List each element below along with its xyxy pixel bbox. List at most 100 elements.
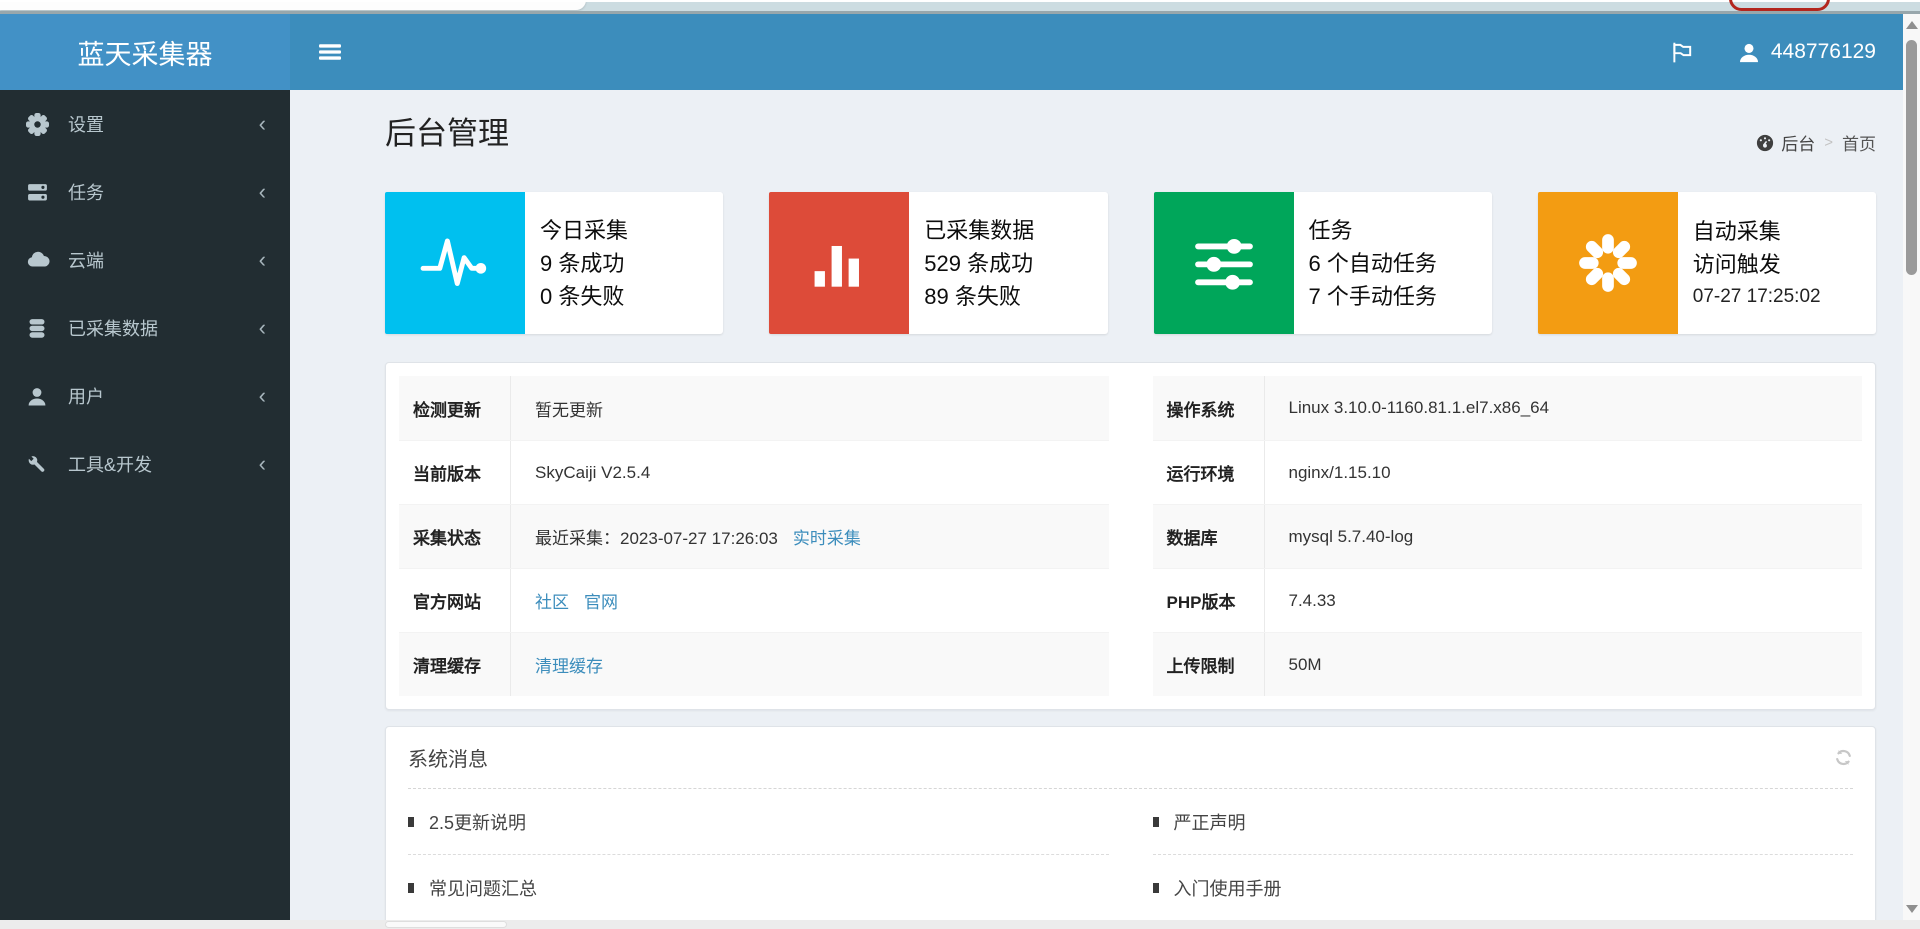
scroll-up-icon[interactable]: [1906, 21, 1918, 29]
username: 448776129: [1770, 40, 1876, 63]
system-info-left-table: 检测更新 暂无更新 当前版本 SkyCaiji V2.5.4 采集状态 最近采集…: [399, 376, 1109, 696]
row-label: 官方网站: [399, 569, 511, 632]
message-link[interactable]: 严正声明: [1152, 789, 1853, 855]
row-value: mysql 5.7.40-log: [1288, 526, 1414, 546]
row-label: 数据库: [1153, 505, 1265, 568]
row-value: 7.4.33: [1288, 590, 1336, 610]
chevron-left-icon: ‹: [258, 247, 266, 272]
table-row: PHP版本 7.4.33: [1152, 568, 1862, 632]
stat-card-today-collect: 今日采集 9 条成功 0 条失败: [385, 192, 724, 334]
bullet-icon: [408, 882, 414, 893]
official-site-link[interactable]: 官网: [584, 588, 618, 613]
chevron-left-icon: ‹: [258, 451, 266, 476]
sidebar-item-cloud[interactable]: 云端 ‹: [0, 226, 290, 294]
refresh-icon: [1836, 749, 1851, 766]
breadcrumb-current: 首页: [1842, 135, 1876, 154]
flag-menu[interactable]: [1670, 40, 1694, 64]
row-label: 操作系统: [1153, 376, 1265, 440]
annotation-ellipse: [1729, 0, 1830, 11]
stat-card-title: 自动采集: [1692, 218, 1781, 244]
bullet-icon: [1152, 816, 1159, 827]
stat-cards-row: 今日采集 9 条成功 0 条失败 已采集数据 529 条成功 89 条失败 任务…: [385, 192, 1876, 334]
system-messages-title: 系统消息: [408, 749, 488, 771]
breadcrumb-home-link[interactable]: 后台: [1756, 130, 1815, 155]
row-value: 50M: [1288, 654, 1322, 674]
row-value: nginx/1.15.10: [1288, 462, 1391, 482]
message-link[interactable]: 2.5更新说明: [408, 789, 1109, 855]
clear-cache-link[interactable]: 清理缓存: [535, 652, 603, 677]
row-value: Linux 3.10.0-1160.81.1.el7.x86_64: [1288, 398, 1550, 417]
stat-card-line: 07-27 17:25:02: [1692, 285, 1821, 307]
stat-card-tasks: 任务 6 个自动任务 7 个手动任务: [1153, 192, 1492, 334]
scroll-down-icon[interactable]: [1906, 905, 1918, 913]
system-info-panel: 检测更新 暂无更新 当前版本 SkyCaiji V2.5.4 采集状态 最近采集…: [385, 362, 1876, 710]
bullet-icon: [408, 816, 414, 827]
refresh-button[interactable]: [1834, 748, 1853, 767]
menu-icon: [319, 44, 341, 60]
chevron-left-icon: ‹: [258, 179, 266, 204]
message-link[interactable]: 入门使用手册: [1152, 855, 1854, 920]
horizontal-scrollbar[interactable]: [0, 920, 1920, 929]
table-row: 官方网站 社区 官网: [399, 568, 1109, 632]
bar-chart-icon: [769, 192, 910, 334]
sidebar-toggle-button[interactable]: [313, 35, 347, 69]
user-icon: [26, 385, 58, 408]
system-messages-header: 系统消息: [408, 727, 1853, 789]
row-label: PHP版本: [1153, 569, 1265, 632]
sidebar-item-collected-data[interactable]: 已采集数据 ‹: [0, 294, 290, 362]
breadcrumb: 后台 > 首页: [1756, 130, 1876, 155]
tasks-icon: [26, 181, 58, 204]
sidebar-item-label: 工具&开发: [68, 455, 153, 475]
stat-card-line: 访问触发: [1692, 251, 1781, 277]
wrench-icon: [26, 453, 58, 476]
database-icon: [26, 317, 58, 340]
table-row: 上传限制 50M: [1152, 632, 1862, 696]
browser-chrome-strip: [0, 0, 1920, 14]
row-label: 清理缓存: [399, 633, 511, 696]
message-text: 严正声明: [1173, 812, 1246, 833]
message-text: 入门使用手册: [1173, 879, 1282, 899]
sidebar-item-settings[interactable]: 设置 ‹: [0, 90, 290, 158]
table-row: 当前版本 SkyCaiji V2.5.4: [399, 440, 1109, 504]
brand-title: 蓝天采集器: [77, 39, 213, 70]
stat-card-line: 0 条失败: [540, 283, 625, 309]
horizontal-scrollbar-thumb[interactable]: [385, 921, 507, 928]
stat-card-auto-collect: 自动采集 访问触发 07-27 17:25:02: [1537, 192, 1876, 334]
dashboard-icon: [1757, 134, 1774, 151]
system-messages-panel: 系统消息 2.5更新说明 常见问题汇总 严正声明 入门使用手册: [385, 726, 1876, 920]
vertical-scrollbar[interactable]: [1903, 14, 1920, 920]
breadcrumb-separator: >: [1824, 134, 1833, 151]
stat-card-line: 7 个手动任务: [1308, 283, 1437, 309]
browser-chrome-line: [0, 0, 1920, 2]
user-menu[interactable]: 448776129: [1738, 40, 1876, 64]
content-header: 后台管理 后台 > 首页: [385, 106, 1876, 168]
community-link[interactable]: 社区: [535, 588, 569, 613]
stat-card-title: 任务: [1308, 217, 1353, 243]
stat-card-title: 今日采集: [540, 217, 629, 243]
realtime-collect-link[interactable]: 实时采集: [793, 524, 861, 549]
stat-card-line: 529 条成功: [924, 250, 1034, 276]
message-link[interactable]: 常见问题汇总: [408, 855, 1109, 920]
brand-logo[interactable]: 蓝天采集器: [0, 14, 290, 90]
page-title: 后台管理: [385, 116, 509, 151]
message-text: 2.5更新说明: [429, 812, 527, 833]
gear-icon: [26, 112, 58, 136]
row-label: 上传限制: [1153, 633, 1265, 696]
message-text: 常见问题汇总: [429, 878, 537, 899]
stat-card-line: 6 个自动任务: [1308, 250, 1437, 276]
sidebar-item-tools-dev[interactable]: 工具&开发 ‹: [0, 430, 290, 498]
row-value: 最近采集：2023-07-27 17:26:03: [535, 529, 778, 548]
sidebar-item-label: 云端: [68, 251, 104, 271]
navbar-right: 448776129: [1670, 40, 1876, 64]
row-label: 当前版本: [399, 441, 511, 504]
table-row: 采集状态 最近采集：2023-07-27 17:26:03 实时采集: [399, 504, 1109, 568]
vertical-scrollbar-thumb[interactable]: [1906, 40, 1917, 275]
chevron-left-icon: ‹: [258, 315, 266, 340]
sliders-icon: [1153, 192, 1294, 334]
row-label: 检测更新: [399, 376, 511, 440]
cloud-icon: [26, 248, 58, 272]
sidebar-item-label: 用户: [68, 387, 104, 407]
sidebar-item-users[interactable]: 用户 ‹: [0, 362, 290, 430]
top-navbar: 蓝天采集器 448776129: [0, 14, 1903, 90]
sidebar-item-tasks[interactable]: 任务 ‹: [0, 158, 290, 226]
